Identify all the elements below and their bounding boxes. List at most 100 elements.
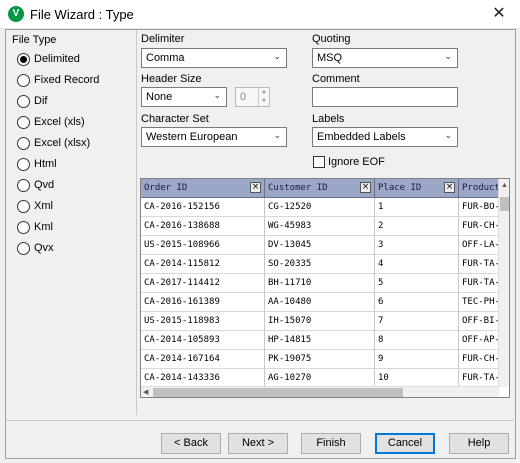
radio-icon — [17, 241, 30, 255]
button-separator — [6, 420, 514, 421]
radio-dif[interactable]: Dif — [17, 93, 47, 109]
radio-xml[interactable]: Xml — [17, 198, 53, 214]
header-size-select[interactable]: None ⌄ — [141, 87, 227, 107]
back-button[interactable]: < Back — [161, 433, 221, 454]
scroll-thumb[interactable] — [500, 197, 509, 211]
radio-label: Delimited — [34, 53, 80, 65]
column-header[interactable]: Product — [459, 179, 499, 198]
column-header[interactable]: Customer ID × — [265, 179, 375, 198]
table-cell: FUR-BO- — [459, 198, 499, 217]
scroll-left-icon[interactable]: ◀ — [143, 388, 148, 396]
quoting-select[interactable]: MSQ ⌄ — [312, 48, 458, 68]
table-row: CA-2014-143336 AG-10270 10 FUR-TA- — [141, 369, 499, 387]
radio-qvd[interactable]: Qvd — [17, 177, 54, 193]
chevron-down-icon: ⌄ — [444, 51, 452, 61]
table-cell: CA-2014-167164 — [141, 350, 265, 369]
delimiter-value: Comma — [146, 52, 185, 64]
table-cell: FUR-TA- — [459, 255, 499, 274]
table-cell: HP-14815 — [265, 331, 375, 350]
delimiter-select[interactable]: Comma ⌄ — [141, 48, 287, 68]
table-row: US-2015-118983 IH-15070 7 OFF-BI- — [141, 312, 499, 331]
quoting-value: MSQ — [317, 52, 343, 64]
radio-label: Kml — [34, 221, 53, 233]
radio-fixed-record[interactable]: Fixed Record — [17, 72, 99, 88]
header-size-stepper: 0 ▲ ▼ — [235, 87, 270, 107]
radio-icon — [17, 178, 30, 192]
scroll-up-icon[interactable]: ▲ — [501, 182, 508, 189]
close-icon[interactable]: ✕ — [488, 3, 510, 25]
radio-icon — [17, 157, 30, 171]
table-cell: 7 — [375, 312, 459, 331]
radio-label: Excel (xlsx) — [34, 137, 91, 149]
table-cell: CA-2016-152156 — [141, 198, 265, 217]
labels-label: Labels — [312, 113, 345, 125]
table-cell: CA-2017-114412 — [141, 274, 265, 293]
scroll-thumb[interactable] — [153, 388, 403, 397]
radio-delimited[interactable]: Delimited — [17, 51, 80, 67]
remove-column-icon[interactable]: × — [360, 182, 371, 193]
table-row: CA-2016-152156 CG-12520 1 FUR-BO- — [141, 198, 499, 217]
next-button[interactable]: Next > — [228, 433, 288, 454]
table-cell: 8 — [375, 331, 459, 350]
vertical-scrollbar[interactable]: ▲ — [498, 179, 509, 387]
radio-label: Qvx — [34, 242, 54, 254]
table-cell: OFF-LA- — [459, 236, 499, 255]
column-header[interactable]: Place ID × — [375, 179, 459, 198]
header-size-label: Header Size — [141, 73, 202, 85]
help-button[interactable]: Help — [449, 433, 509, 454]
header-size-value: None — [146, 91, 173, 103]
comment-label: Comment — [312, 73, 360, 85]
table-cell: CA-2016-161389 — [141, 293, 265, 312]
radio-excel-xls[interactable]: Excel (xls) — [17, 114, 85, 130]
radio-icon — [17, 73, 30, 87]
column-header-label: Product — [462, 183, 499, 193]
radio-icon — [17, 220, 30, 234]
table-cell: IH-15070 — [265, 312, 375, 331]
radio-label: Qvd — [34, 179, 55, 191]
header-size-number: 0 — [240, 91, 247, 103]
table-cell: OFF-AP- — [459, 331, 499, 350]
cancel-button[interactable]: Cancel — [375, 433, 435, 454]
table-cell: FUR-TA- — [459, 274, 499, 293]
remove-column-icon[interactable]: × — [444, 182, 455, 193]
character-set-select[interactable]: Western European ⌄ — [141, 127, 287, 147]
table-cell: CA-2014-105893 — [141, 331, 265, 350]
radio-selected-icon — [17, 52, 30, 66]
table-cell: 10 — [375, 369, 459, 387]
table-header-row: Order ID × Customer ID × Place ID × Product — [141, 179, 499, 198]
delimiter-label: Delimiter — [141, 33, 185, 45]
ignore-eof-checkbox[interactable]: Ignore EOF — [313, 156, 385, 168]
labels-select[interactable]: Embedded Labels ⌄ — [312, 127, 458, 147]
radio-kml[interactable]: Kml — [17, 219, 53, 235]
character-set-label: Character Set — [141, 113, 209, 125]
radio-label: Html — [34, 158, 57, 170]
table-cell: 4 — [375, 255, 459, 274]
horizontal-scrollbar[interactable]: ◀ — [141, 386, 499, 397]
comment-input[interactable] — [312, 87, 458, 107]
table-row: CA-2017-114412 BH-11710 5 FUR-TA- — [141, 274, 499, 293]
finish-button[interactable]: Finish — [301, 433, 361, 454]
table-row: CA-2016-161389 AA-10480 6 TEC-PH- — [141, 293, 499, 312]
chevron-down-icon: ⌄ — [213, 90, 221, 100]
table-body: Order ID × Customer ID × Place ID × Product CA-… — [141, 179, 499, 387]
column-header-label: Place ID — [378, 183, 422, 193]
column-header-label: Order ID — [144, 183, 188, 193]
radio-label: Excel (xls) — [34, 116, 85, 128]
table-cell: 3 — [375, 236, 459, 255]
column-header[interactable]: Order ID × — [141, 179, 265, 198]
radio-qvx[interactable]: Qvx — [17, 240, 54, 256]
table-row: CA-2014-115812 SO-20335 4 FUR-TA- — [141, 255, 499, 274]
radio-icon — [17, 115, 30, 129]
radio-excel-xlsx[interactable]: Excel (xlsx) — [17, 135, 90, 151]
remove-column-icon[interactable]: × — [250, 182, 261, 193]
table-cell: AG-10270 — [265, 369, 375, 387]
table-cell: FUR-CH- — [459, 217, 499, 236]
radio-html[interactable]: Html — [17, 156, 57, 172]
table-cell: DV-13045 — [265, 236, 375, 255]
file-type-panel: File Type Delimited Fixed Record Dif Exc… — [6, 30, 137, 415]
radio-label: Dif — [34, 95, 48, 107]
table-cell: WG-45983 — [265, 217, 375, 236]
table-cell: OFF-BI- — [459, 312, 499, 331]
labels-value: Embedded Labels — [317, 131, 406, 143]
table-cell: FUR-CH- — [459, 350, 499, 369]
